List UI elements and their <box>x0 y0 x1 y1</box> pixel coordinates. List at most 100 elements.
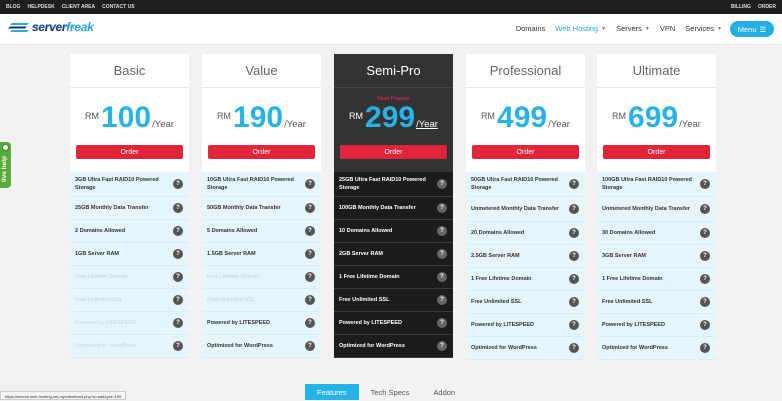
top-link-helpdesk[interactable]: HELPDESK <box>27 4 54 10</box>
help-question-icon[interactable]: ? <box>305 295 315 305</box>
feature-label: 2GB Server RAM <box>339 251 384 257</box>
help-question-icon[interactable]: ? <box>569 251 579 261</box>
help-question-icon[interactable]: ? <box>437 318 447 328</box>
hamburger-icon: ☰ <box>759 24 767 34</box>
plan-name: Value <box>202 54 321 88</box>
help-question-icon[interactable]: ? <box>569 297 579 307</box>
help-question-icon[interactable]: ? <box>173 179 183 189</box>
nav-menu: Domains Web Hosting ▼ Servers ▼ VPN Servic… <box>516 24 722 33</box>
help-question-icon[interactable]: ? <box>700 297 710 307</box>
feature-row: 50GB Monthly Data Transfer? <box>202 197 321 220</box>
feature-row: 10 Domains Allowed? <box>334 220 453 243</box>
top-link-contact-us[interactable]: CONTACT US <box>102 4 134 10</box>
feature-row: Unmetered Monthly Data Transfer? <box>597 197 716 222</box>
help-question-icon[interactable]: ? <box>569 320 579 330</box>
price-amount: 699 <box>628 101 679 134</box>
help-question-icon[interactable]: ? <box>305 179 315 189</box>
order-button[interactable]: Order <box>340 145 447 159</box>
help-question-icon[interactable]: ? <box>700 179 710 189</box>
feature-label: 3GB Server RAM <box>602 253 647 259</box>
price-currency: RM <box>481 111 496 121</box>
feature-label: Unmetered Monthly Data Transfer <box>471 206 560 212</box>
nav-item-label: Web Hosting <box>555 24 599 33</box>
feature-label: 50GB Monthly Data Transfer <box>207 205 281 211</box>
feature-label: 3GB Ultra Fast RAID10 Powered Storage <box>75 177 159 191</box>
feature-label: Free Lifetime Domain <box>75 274 128 280</box>
help-question-icon[interactable]: ? <box>437 226 447 236</box>
help-question-icon[interactable]: ? <box>173 272 183 282</box>
help-question-icon[interactable]: ? <box>437 203 447 213</box>
nav-item-domains[interactable]: Domains <box>516 24 546 33</box>
price-currency: RM <box>217 111 232 121</box>
tab-features[interactable]: Features <box>305 384 359 400</box>
help-question-icon[interactable]: ? <box>700 251 710 261</box>
help-question-icon[interactable]: ? <box>173 249 183 259</box>
help-question-icon[interactable]: ? <box>569 179 579 189</box>
plan-price: RM 499/Year <box>466 102 585 134</box>
help-question-icon[interactable]: ? <box>437 179 447 189</box>
feature-row: 1 Free Lifetime Domain? <box>334 266 453 289</box>
feature-label: Unmetered Monthly Data Transfer <box>602 206 691 212</box>
help-question-icon[interactable]: ? <box>305 226 315 236</box>
feature-row: Optimized for WordPress? <box>334 335 453 358</box>
help-question-icon[interactable]: ? <box>305 272 315 282</box>
plan-column-semi-pro: Semi-Pro Most Popular RM 299/Year Order 25GB … <box>334 54 453 358</box>
help-question-icon[interactable]: ? <box>437 272 447 282</box>
help-question-icon[interactable]: ? <box>569 228 579 238</box>
help-question-icon[interactable]: ? <box>173 341 183 351</box>
live-help-tab[interactable]: live help <box>0 142 11 188</box>
order-button[interactable]: Order <box>208 145 315 159</box>
tab-addon[interactable]: Addon <box>421 384 467 400</box>
help-question-icon[interactable]: ? <box>569 274 579 284</box>
help-question-icon[interactable]: ? <box>173 295 183 305</box>
plan-features: 3GB Ultra Fast RAID10 Powered Storage? 25… <box>70 172 189 358</box>
feature-label: 25GB Ultra Fast RAID10 Powered Storage <box>339 177 426 191</box>
nav-item-servers[interactable]: Servers ▼ <box>616 24 650 33</box>
nav-item-label: VPN <box>659 24 676 33</box>
feature-label: Free Unlimited SSL <box>207 297 255 303</box>
help-question-icon[interactable]: ? <box>305 249 315 259</box>
help-question-icon[interactable]: ? <box>173 203 183 213</box>
feature-row: Free Unlimited SSL? <box>334 289 453 312</box>
top-link-client-area[interactable]: CLIENT AREA <box>62 4 95 10</box>
top-link-billing[interactable]: BILLING <box>731 4 751 10</box>
help-question-icon[interactable]: ? <box>305 318 315 328</box>
feature-row: 20 Domains Allowed? <box>466 222 585 245</box>
feature-row: 25GB Ultra Fast RAID10 Powered Storage? <box>334 172 453 197</box>
order-button[interactable]: Order <box>76 145 183 159</box>
tab-tech-specs[interactable]: Tech Specs <box>359 384 422 400</box>
help-question-icon[interactable]: ? <box>700 274 710 284</box>
top-link-blog[interactable]: BLOG <box>6 4 20 10</box>
top-link-order[interactable]: ORDER <box>758 4 776 10</box>
help-question-icon[interactable]: ? <box>700 204 710 214</box>
plan-price: RM 699/Year <box>597 102 716 134</box>
feature-row: 100GB Monthly Data Transfer? <box>334 197 453 220</box>
feature-label: Free Unlimited SSL <box>339 297 390 303</box>
help-question-icon[interactable]: ? <box>569 343 579 353</box>
order-button[interactable]: Order <box>472 145 579 159</box>
help-question-icon[interactable]: ? <box>700 320 710 330</box>
help-question-icon[interactable]: ? <box>437 249 447 259</box>
feature-label: 1 Free Lifetime Domain <box>471 276 532 282</box>
order-button[interactable]: Order <box>603 145 710 159</box>
help-question-icon[interactable]: ? <box>437 341 447 351</box>
help-question-icon[interactable]: ? <box>173 226 183 236</box>
help-question-icon[interactable]: ? <box>305 203 315 213</box>
help-question-icon[interactable]: ? <box>700 343 710 353</box>
chevron-down-icon: ▼ <box>644 25 650 32</box>
feature-row: Free Unlimited SSL? <box>597 291 716 314</box>
nav-item-vpn[interactable]: VPN <box>660 24 675 33</box>
top-bar: BLOG HELPDESK CLIENT AREA CONTACT US BIL… <box>0 0 782 14</box>
feature-row: Optimized for WordPress? <box>202 335 321 358</box>
help-question-icon[interactable]: ? <box>569 204 579 214</box>
feature-row: Optimized for WordPress? <box>597 337 716 360</box>
help-question-icon[interactable]: ? <box>173 318 183 328</box>
menu-button[interactable]: Menu ☰ <box>730 21 774 37</box>
feature-label: Optimized for WordPress <box>339 343 405 349</box>
help-question-icon[interactable]: ? <box>305 341 315 351</box>
nav-item-services[interactable]: Services ▼ <box>685 24 722 33</box>
help-question-icon[interactable]: ? <box>437 295 447 305</box>
help-question-icon[interactable]: ? <box>700 228 710 238</box>
nav-item-web-hosting[interactable]: Web Hosting ▼ <box>555 24 606 33</box>
feature-label: Powered by LITESPEED <box>207 320 270 326</box>
